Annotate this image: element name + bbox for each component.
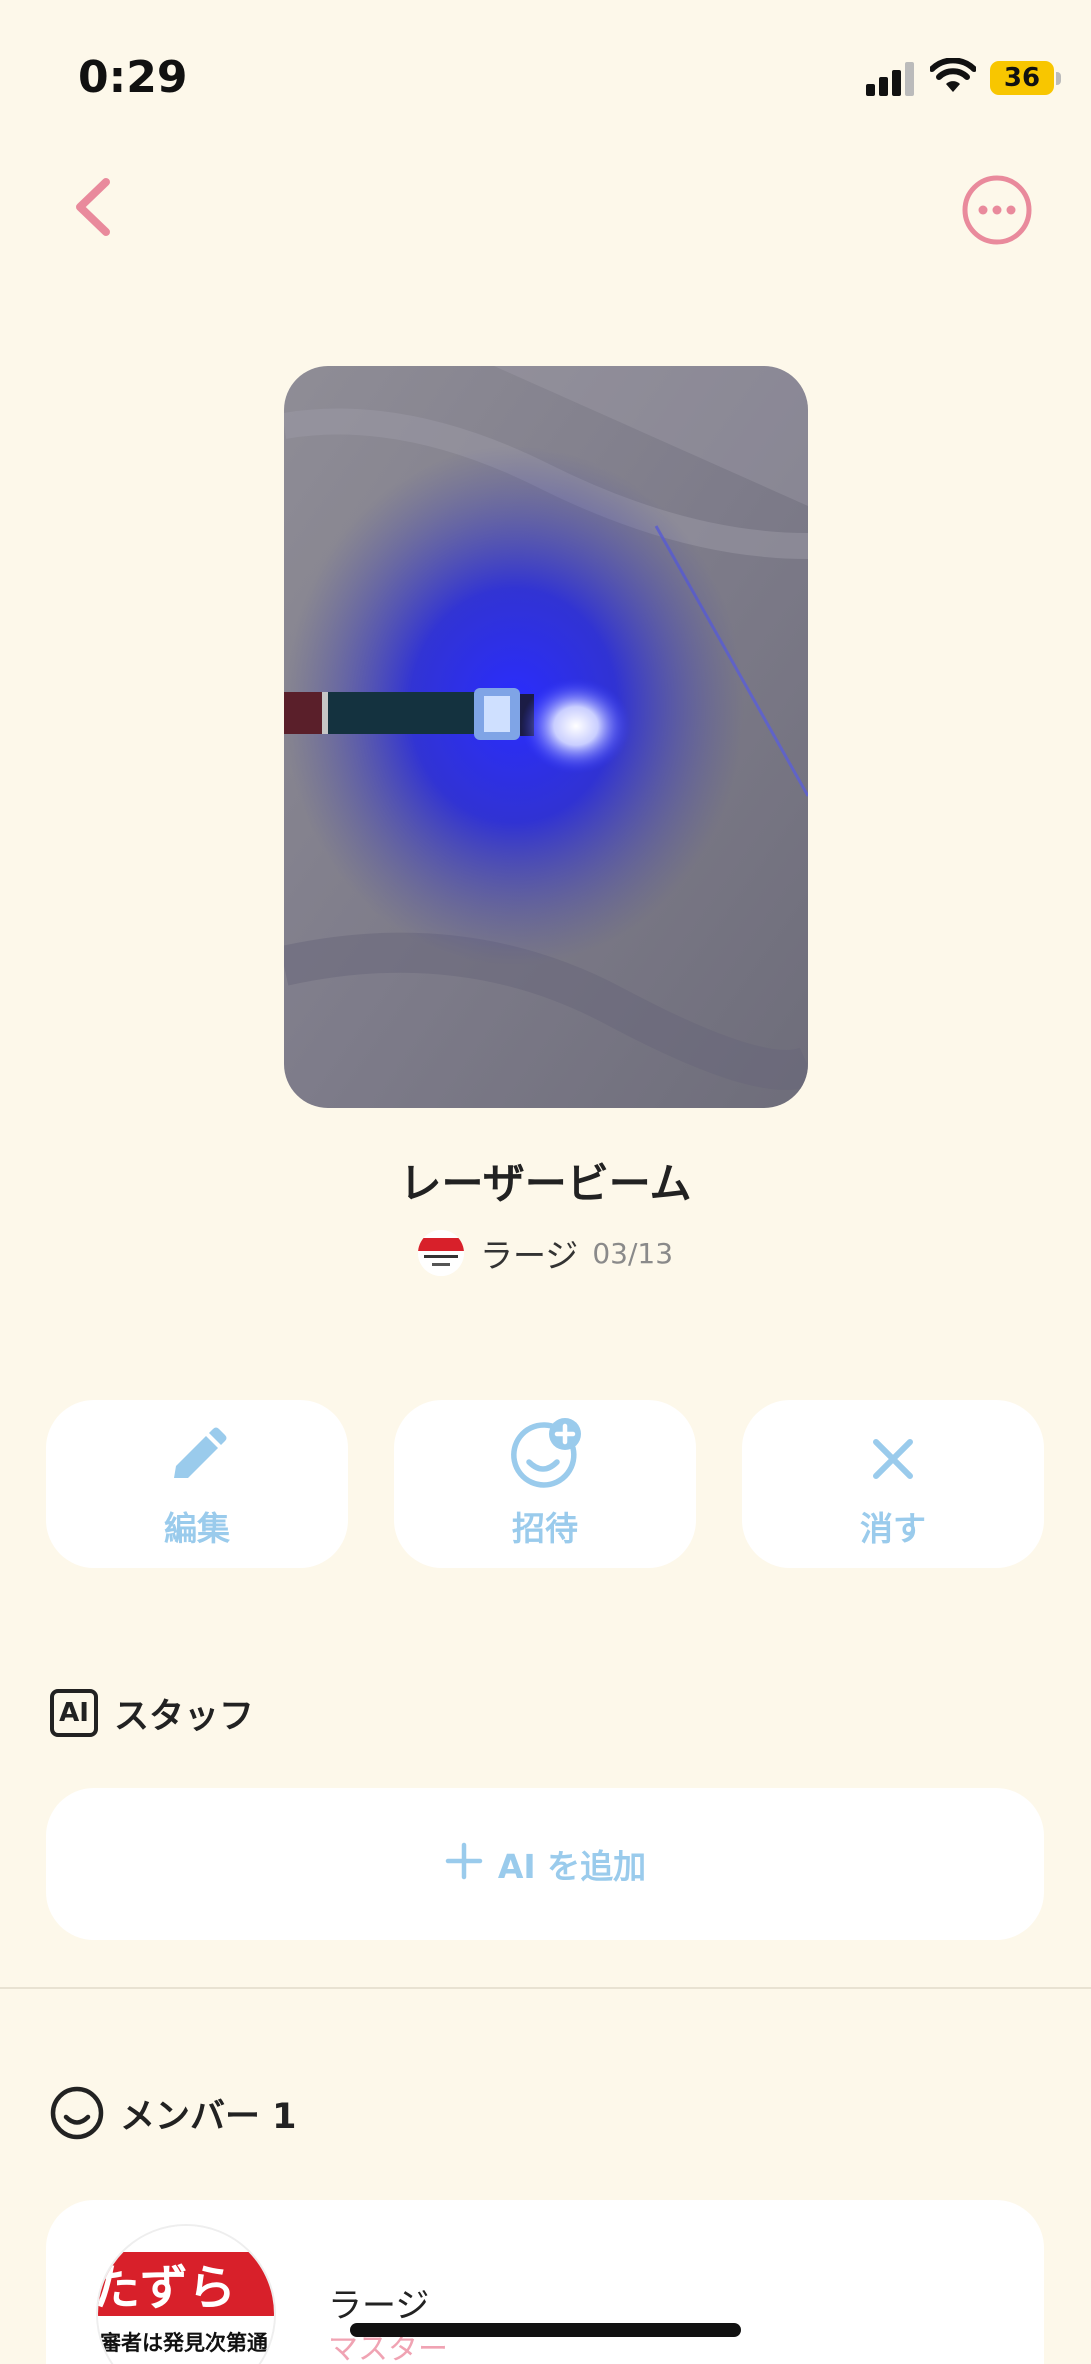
staff-section-title: スタッフ — [114, 1696, 255, 1737]
staff-section-header: AI スタッフ — [50, 1686, 254, 1740]
author-row[interactable]: ラージ 03/13 — [0, 1228, 1091, 1278]
add-ai-button[interactable]: AI を追加 — [46, 1788, 1044, 1940]
battery-tip — [1056, 72, 1061, 85]
invite-smile-plus-icon — [511, 1418, 581, 1488]
post-title: レーザービーム — [399, 1159, 692, 1208]
member-section-header: メンバー 1 — [50, 2086, 297, 2140]
author-name[interactable]: ラージ — [480, 1229, 578, 1277]
edit-button[interactable]: 編集 — [46, 1400, 348, 1568]
post-date: 03/13 — [592, 1236, 674, 1270]
avatar-text-line2: 審者は発見次第通 — [99, 2331, 268, 2355]
member-section-title: メンバー 1 — [120, 2096, 297, 2137]
status-time: 0:29 — [78, 52, 188, 103]
blue-laser-pointer-photo — [284, 366, 808, 1108]
ai-icon: AI — [50, 1689, 98, 1737]
invite-button[interactable]: 招待 — [394, 1400, 696, 1568]
edit-label: 編集 — [164, 1509, 230, 1548]
author-avatar[interactable] — [417, 1230, 464, 1276]
invite-label: 招待 — [512, 1509, 578, 1548]
back-button[interactable] — [62, 172, 122, 242]
member-item[interactable]: たずら 審者は発見次第通 ラージ マスター — [46, 2200, 1044, 2364]
signal-icon — [866, 62, 914, 96]
add-ai-label: AI を追加 — [497, 1847, 647, 1886]
member-avatar[interactable]: たずら 審者は発見次第通 — [96, 2224, 276, 2364]
plus-icon — [444, 1839, 484, 1889]
section-divider — [0, 1987, 1091, 1989]
pencil-icon — [174, 1427, 227, 1478]
status-bar: 0:29 36 — [0, 0, 1091, 150]
home-indicator — [350, 2323, 741, 2337]
post-photo[interactable] — [284, 366, 808, 1108]
avatar-text-line1: たずら — [98, 2260, 236, 2316]
more-button[interactable] — [961, 174, 1033, 246]
delete-button[interactable]: 消す — [742, 1400, 1044, 1568]
wifi-icon — [930, 58, 976, 92]
delete-label: 消す — [860, 1509, 926, 1548]
smile-icon — [50, 2086, 104, 2140]
member-name: ラージ — [328, 2286, 430, 2326]
close-icon — [873, 1439, 913, 1479]
battery-icon: 36 — [990, 61, 1054, 95]
